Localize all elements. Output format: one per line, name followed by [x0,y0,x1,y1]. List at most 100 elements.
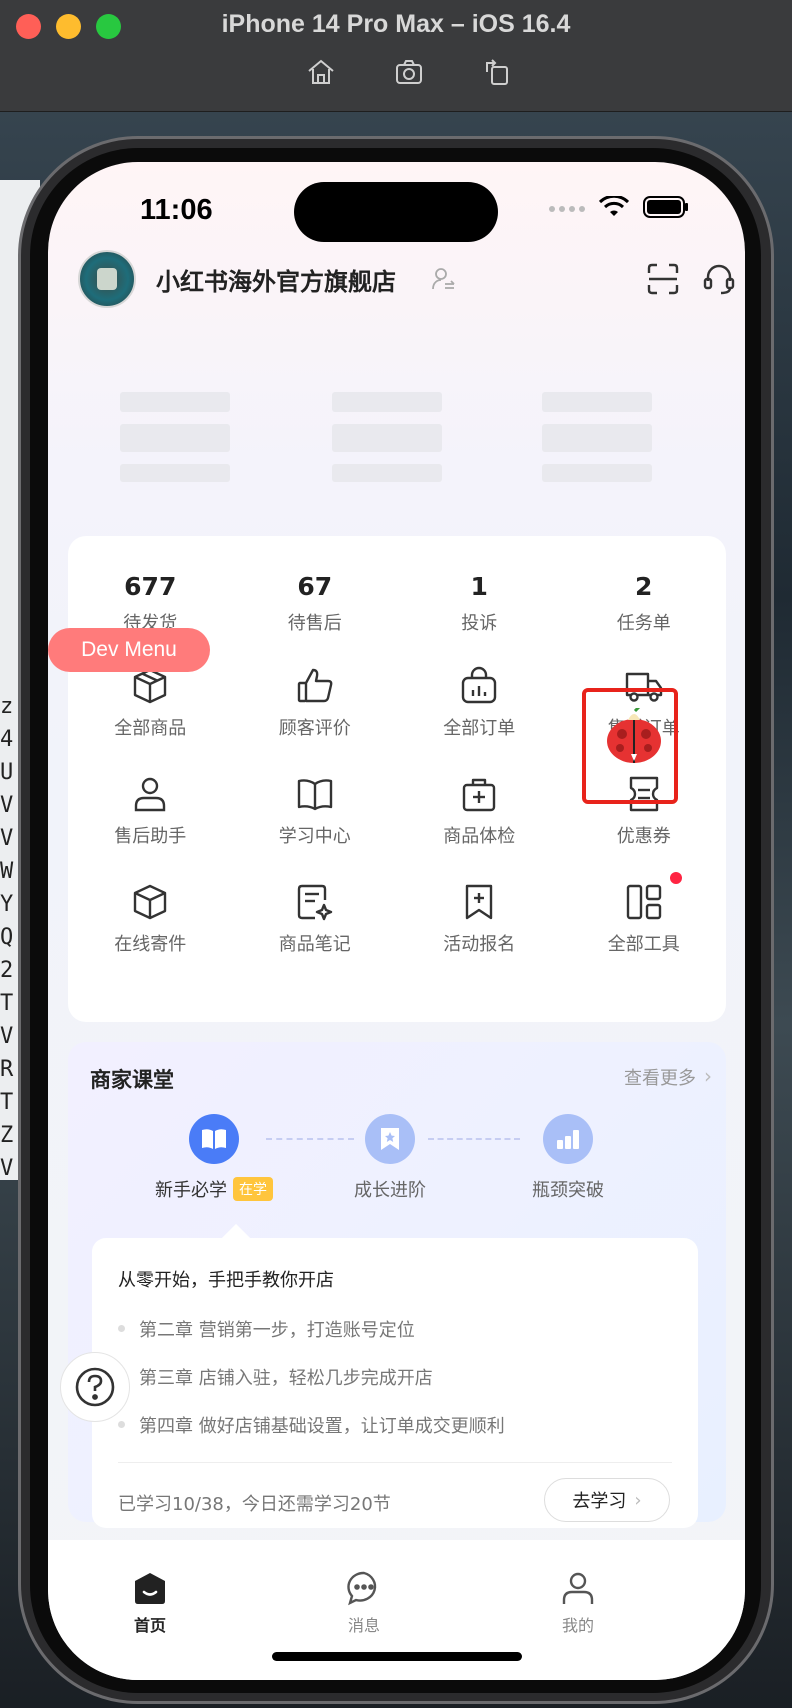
background-text-char: V [0,1156,14,1181]
step-breakthrough[interactable]: 瓶颈突破 [488,1114,648,1202]
loading-skeleton [120,392,230,482]
merchant-classroom: 商家课堂 查看更多 › 新手必学 在学 成长进阶 瓶颈突破 从零开始，手把手教你开… [68,1042,726,1528]
background-text-char: Z [0,1123,14,1148]
star-bookmark-icon [365,1114,415,1164]
learning-progress: 已学习10/38，今日还需学习20节 [118,1494,391,1515]
view-more-link[interactable]: 查看更多 [624,1064,696,1090]
stat-value: 67 [297,572,333,601]
background-text-char: 4 [0,727,14,752]
simulator-title-bar: iPhone 14 Pro Max – iOS 16.4 [0,0,792,112]
button-label: 去学习 [572,1491,627,1512]
tool-customer-reviews[interactable]: 顾客评价 [233,666,398,740]
tool-label: 商品笔记 [278,934,351,955]
dynamic-island [294,182,498,242]
thumbs-up-icon [297,668,333,703]
tool-label: 学习中心 [278,826,351,847]
user-icon [562,1572,594,1604]
scan-icon[interactable] [646,262,680,296]
tab-profile[interactable]: 我的 [518,1570,638,1636]
dev-menu-button[interactable]: Dev Menu [48,628,210,672]
lesson-headline: 从零开始，手把手教你开店 [118,1270,334,1291]
tab-messages[interactable]: 消息 [304,1570,424,1636]
stat-label: 任务单 [616,613,671,634]
stat-complaints[interactable]: 1 投诉 [397,572,562,635]
tool-event-signup[interactable]: 活动报名 [397,882,562,956]
tool-product-checkup[interactable]: 商品体检 [397,774,562,848]
customer-service-icon[interactable] [702,262,736,296]
battery-icon [643,196,689,222]
note-icon [297,884,332,921]
tool-online-shipping[interactable]: 在线寄件 [68,882,233,956]
lesson-title: 第四章 做好店铺基础设置，让订单成交更顺利 [139,1416,505,1437]
lesson-panel: 从零开始，手把手教你开店 第二章 营销第一步，打造账号定位 第三章 店铺入驻，轻… [92,1223,698,1528]
home-indicator [272,1652,522,1661]
chat-icon [347,1571,377,1606]
section-title: 商家课堂 [90,1068,174,1092]
cellular-signal-icon [549,206,585,212]
tool-learning-center[interactable]: 学习中心 [233,774,398,848]
simulator-title: iPhone 14 Pro Max – iOS 16.4 [221,10,571,38]
divider [118,1462,672,1463]
order-bag-icon [462,666,497,704]
help-button[interactable] [60,1352,130,1422]
tool-label: 全部工具 [607,934,680,955]
tool-label: 全部订单 [443,718,516,739]
switch-account-icon[interactable] [430,266,456,292]
background-text-char: V [0,1024,14,1049]
shop-name[interactable]: 小红书海外官方旗舰店 [156,262,396,297]
status-time: 11:06 [140,194,213,226]
step-advanced[interactable]: 成长进阶 [310,1114,470,1202]
step-label: 新手必学 [155,1180,227,1201]
stat-pending-after-sale[interactable]: 67 待售后 [233,572,398,635]
lesson-item[interactable]: 第三章 店铺入驻，轻松几步完成开店 [118,1364,433,1390]
tab-home[interactable]: 首页 [90,1570,210,1636]
background-text-char: V [0,826,14,851]
box-icon [134,668,167,704]
tool-all-products[interactable]: 全部商品 [68,666,233,740]
go-study-button[interactable]: 去学习 › [544,1478,670,1522]
tool-label: 商品体检 [443,826,516,847]
background-text-char: z [0,694,14,719]
chevron-right-icon: › [634,1489,642,1511]
open-book-icon [189,1114,239,1164]
home-icon[interactable] [305,56,337,88]
step-beginner[interactable]: 新手必学 在学 [134,1114,294,1202]
tab-label: 消息 [347,1616,380,1635]
tool-label: 顾客评价 [278,718,351,739]
person-icon [135,777,166,812]
background-text-char: V [0,793,14,818]
lesson-item[interactable]: 第二章 营销第一步，打造账号定位 [118,1316,415,1342]
stat-pending-shipment[interactable]: 677 待发货 [68,572,233,635]
bar-chart-icon [543,1114,593,1164]
wifi-icon [598,194,630,222]
tool-label: 活动报名 [443,934,516,955]
rotate-icon[interactable] [481,56,513,88]
stat-label: 待售后 [287,613,342,634]
tool-label: 售后助手 [114,826,187,847]
book-icon [297,779,332,811]
tool-all-orders[interactable]: 全部订单 [397,666,562,740]
lesson-item[interactable]: 第四章 做好店铺基础设置，让订单成交更顺利 [118,1412,505,1438]
background-text-char: W [0,859,14,884]
background-text-char: T [0,1090,14,1115]
tool-all-tools[interactable]: 全部工具 [562,872,727,956]
stat-label: 投诉 [461,613,498,634]
parcel-icon [134,884,167,920]
stat-value: 1 [470,572,488,601]
lesson-title: 第三章 店铺入驻，轻松几步完成开店 [139,1368,433,1389]
avatar[interactable] [78,250,136,308]
panel-pointer [221,1223,251,1253]
background-text-char: T [0,991,14,1016]
lesson-title: 第二章 营销第一步，打造账号定位 [139,1320,415,1341]
bookmark-plus-icon [466,884,493,920]
ladybug-debug-icon[interactable] [606,705,662,764]
screenshot-icon[interactable] [393,56,425,88]
phone-screen: 11:06 小红书海外官方旗舰店 677 待发货 67 待售后 1 投诉 2 任… [48,162,745,1680]
tool-product-notes[interactable]: 商品笔记 [233,882,398,956]
stat-tasks[interactable]: 2 任务单 [562,572,727,635]
tool-after-sale-assistant[interactable]: 售后助手 [68,774,233,848]
loading-skeleton [542,392,652,482]
background-text-char: Y [0,892,14,917]
notification-dot [670,872,682,884]
chevron-right-icon[interactable]: › [704,1064,712,1088]
